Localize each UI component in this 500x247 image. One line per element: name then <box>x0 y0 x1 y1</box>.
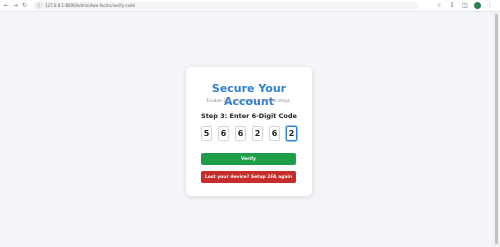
step-label: Step 3: Enter 6-Digit Code <box>201 112 297 120</box>
site-info-icon[interactable]: ⓘ <box>37 2 42 9</box>
verify-card: Secure Your Account Enable 2FA in just a… <box>186 67 312 196</box>
code-digit-2[interactable]: 6 <box>218 126 229 141</box>
scrollbar-thumb[interactable] <box>495 14 498 244</box>
page-title: Secure Your Account <box>211 82 287 108</box>
url-text: 127.0.0.1:8000/admin/two-factor/verify-c… <box>45 3 136 8</box>
code-input-row: 5 6 6 2 6 2 <box>186 126 312 141</box>
reset-2fa-button[interactable]: Lost your device? Setup 2FA again <box>201 171 296 183</box>
code-digit-1[interactable]: 5 <box>201 126 212 141</box>
address-bar[interactable]: ⓘ 127.0.0.1:8000/admin/two-factor/verify… <box>33 1 418 10</box>
code-digit-4[interactable]: 2 <box>252 126 263 141</box>
toolbar-actions: ☆ ↧ ◫ ⋮ <box>435 2 494 9</box>
back-icon[interactable]: ← <box>2 1 11 11</box>
forward-icon[interactable]: → <box>11 1 20 11</box>
verify-button[interactable]: Verify <box>201 153 296 165</box>
kebab-menu-icon[interactable]: ⋮ <box>486 2 494 9</box>
star-icon[interactable]: ☆ <box>435 2 443 9</box>
download-icon[interactable]: ↧ <box>448 2 456 9</box>
side-panel-icon[interactable]: ◫ <box>461 2 469 9</box>
browser-toolbar: ← → ↻ ⓘ 127.0.0.1:8000/admin/two-factor/… <box>0 0 500 12</box>
code-digit-3[interactable]: 6 <box>235 126 246 141</box>
avatar[interactable] <box>474 2 481 9</box>
code-digit-5[interactable]: 6 <box>269 126 280 141</box>
reload-icon[interactable]: ↻ <box>20 1 29 11</box>
code-digit-6[interactable]: 2 <box>286 126 297 141</box>
page-subtitle: Enable 2FA in just a few simple steps. <box>206 99 292 104</box>
nav-buttons: ← → ↻ <box>2 1 29 11</box>
